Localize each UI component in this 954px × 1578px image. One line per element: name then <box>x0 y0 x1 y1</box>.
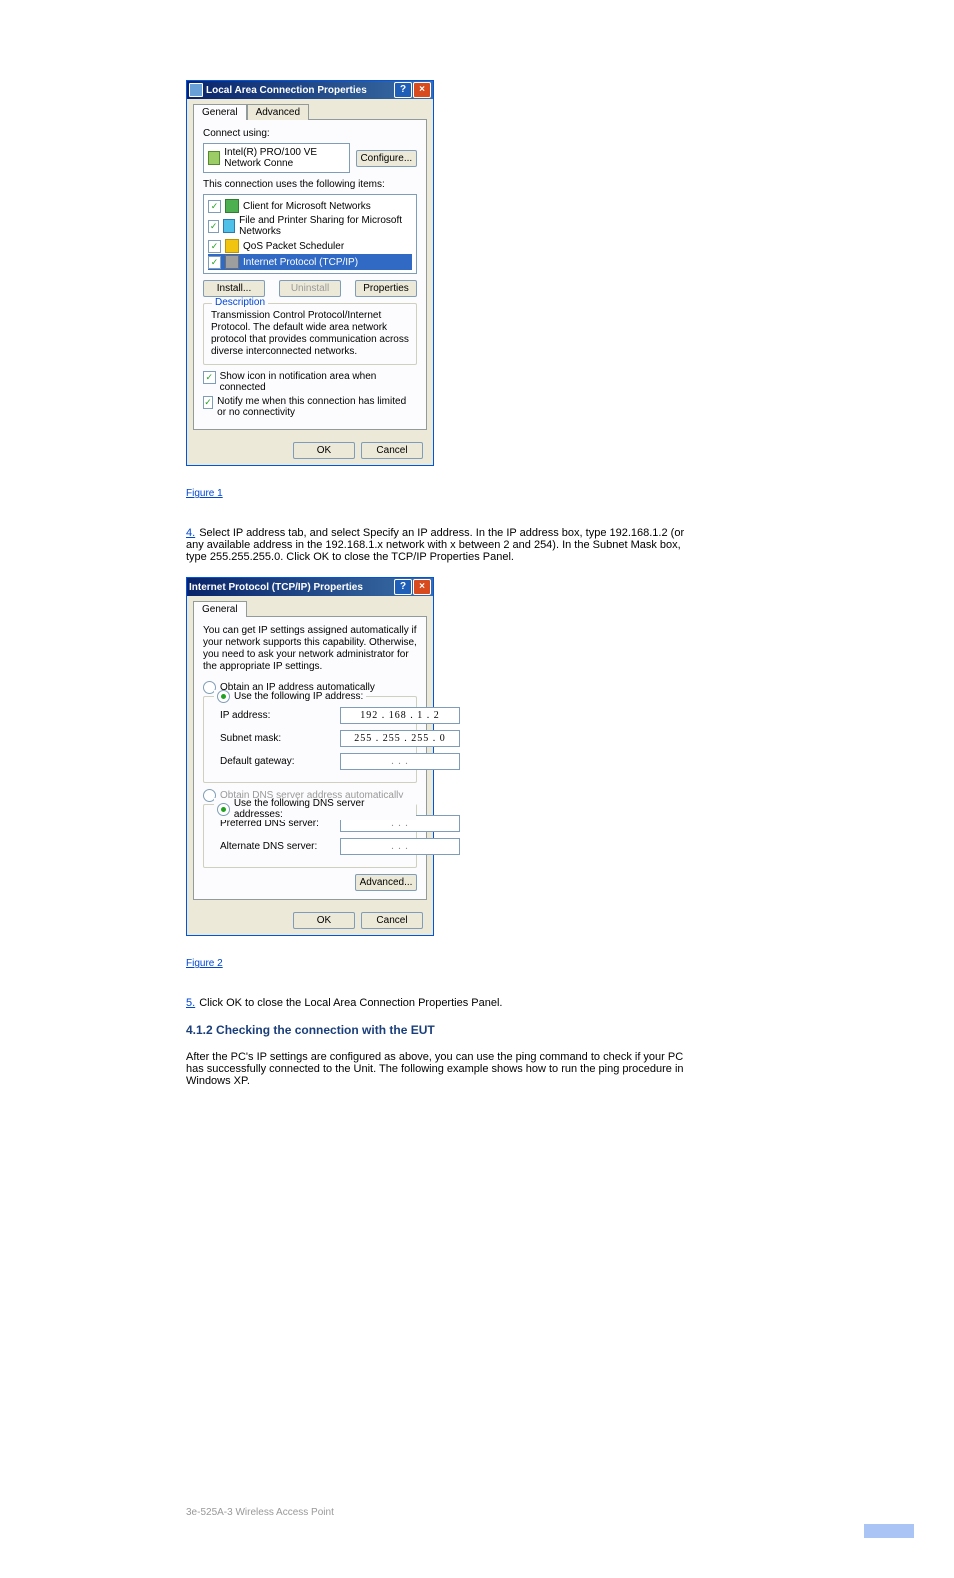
client-icon <box>225 199 239 213</box>
nic-name: Intel(R) PRO/100 VE Network Conne <box>224 147 344 169</box>
properties-button[interactable]: Properties <box>355 280 417 297</box>
section-heading: 4.1.2 Checking the connection with the E… <box>186 1023 686 1037</box>
tab-general[interactable]: General <box>193 601 247 617</box>
advanced-button[interactable]: Advanced... <box>355 874 417 891</box>
uses-label: This connection uses the following items… <box>203 179 417 190</box>
checkbox[interactable]: ✓ <box>208 240 221 253</box>
titlebar[interactable]: Local Area Connection Properties ? × <box>187 81 433 99</box>
cancel-button[interactable]: Cancel <box>361 442 423 459</box>
nic-field: Intel(R) PRO/100 VE Network Conne <box>203 143 350 173</box>
step-4: 4.Select IP address tab, and select Spec… <box>186 527 686 563</box>
help-button[interactable]: ? <box>394 82 412 98</box>
ok-button[interactable]: OK <box>293 912 355 929</box>
configure-button[interactable]: Configure... <box>356 150 417 167</box>
ip-label: IP address: <box>220 710 340 721</box>
components-list[interactable]: ✓Client for Microsoft Networks ✓File and… <box>203 194 417 274</box>
lan-properties-dialog: Local Area Connection Properties ? × Gen… <box>186 80 434 466</box>
protocol-icon <box>225 255 239 269</box>
notify-checkbox[interactable]: ✓Notify me when this connection has limi… <box>203 396 417 418</box>
uninstall-button: Uninstall <box>279 280 341 297</box>
connect-using-label: Connect using: <box>203 128 417 139</box>
close-button[interactable]: × <box>413 579 431 595</box>
intro-text: You can get IP settings assigned automat… <box>203 625 417 673</box>
alt-dns-label: Alternate DNS server: <box>220 841 340 852</box>
checkbox[interactable]: ✓ <box>208 200 221 213</box>
figure-caption: Figure 1 <box>186 488 954 499</box>
description-text: Transmission Control Protocol/Internet P… <box>211 310 409 358</box>
service-icon <box>225 239 239 253</box>
description-group: Description Transmission Control Protoco… <box>203 303 417 365</box>
tab-advanced[interactable]: Advanced <box>247 104 309 120</box>
list-item-selected[interactable]: ✓Internet Protocol (TCP/IP) <box>208 254 412 270</box>
cancel-button[interactable]: Cancel <box>361 912 423 929</box>
gateway-label: Default gateway: <box>220 756 340 767</box>
section-body: After the PC's IP settings are configure… <box>186 1051 686 1087</box>
network-icon <box>189 83 203 97</box>
list-item[interactable]: ✓Client for Microsoft Networks <box>208 198 412 214</box>
show-icon-checkbox[interactable]: ✓Show icon in notification area when con… <box>203 371 417 393</box>
mask-label: Subnet mask: <box>220 733 340 744</box>
alt-dns-input[interactable]: . . . <box>340 838 460 855</box>
dialog-title: Local Area Connection Properties <box>206 85 367 96</box>
figure-caption: Figure 2 <box>186 958 954 969</box>
ok-button[interactable]: OK <box>293 442 355 459</box>
footer-text: 3e-525A-3 Wireless Access Point <box>186 1507 954 1518</box>
checkbox[interactable]: ✓ <box>208 220 219 233</box>
radio-use-dns[interactable]: Use the following DNS server addresses: <box>214 798 416 820</box>
install-button[interactable]: Install... <box>203 280 265 297</box>
nic-icon <box>208 151 220 165</box>
tcpip-properties-dialog: Internet Protocol (TCP/IP) Properties ? … <box>186 577 434 936</box>
service-icon <box>223 219 235 233</box>
tab-general[interactable]: General <box>193 104 247 120</box>
list-item[interactable]: ✓QoS Packet Scheduler <box>208 238 412 254</box>
gateway-input[interactable]: . . . <box>340 753 460 770</box>
ip-input[interactable]: 192 . 168 . 1 . 2 <box>340 707 460 724</box>
radio-use-ip[interactable]: Use the following IP address: <box>214 690 366 703</box>
step-5: 5.Click OK to close the Local Area Conne… <box>186 997 686 1009</box>
help-button[interactable]: ? <box>394 579 412 595</box>
dialog-title: Internet Protocol (TCP/IP) Properties <box>189 582 363 593</box>
mask-input[interactable]: 255 . 255 . 255 . 0 <box>340 730 460 747</box>
list-item[interactable]: ✓File and Printer Sharing for Microsoft … <box>208 214 412 238</box>
close-button[interactable]: × <box>413 82 431 98</box>
titlebar[interactable]: Internet Protocol (TCP/IP) Properties ? … <box>187 578 433 596</box>
description-title: Description <box>212 297 268 308</box>
page-marker <box>864 1524 914 1538</box>
checkbox[interactable]: ✓ <box>208 256 221 269</box>
